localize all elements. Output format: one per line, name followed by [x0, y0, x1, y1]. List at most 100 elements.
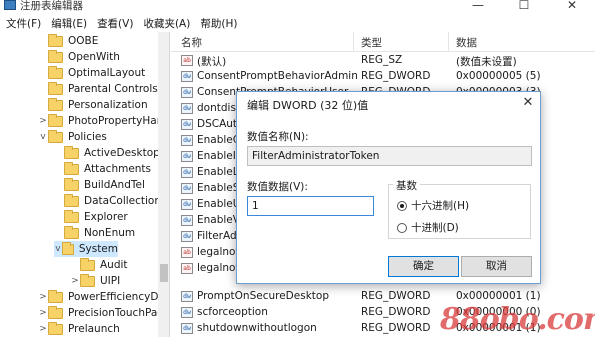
string-value-icon: ab	[181, 55, 193, 66]
minimize-icon[interactable]: —	[455, 0, 501, 13]
folder-icon	[64, 209, 79, 223]
radio-selected-icon	[397, 200, 407, 211]
expand-icon[interactable]: >	[38, 292, 48, 302]
tree-item[interactable]: > PrecisionTouchPad	[38, 305, 164, 321]
value-row[interactable]: ab (默认) REG_SZ (数值未设置)	[171, 53, 595, 69]
expand-icon[interactable]: v	[54, 244, 62, 254]
folder-icon	[48, 113, 63, 127]
value-row[interactable]: dw ConsentPromptBehaviorAdmin REG_DWORD 0x0…	[171, 69, 595, 85]
tree-item[interactable]: BuildAndTel	[54, 177, 145, 193]
tree-item[interactable]: Explorer	[54, 209, 128, 225]
tree-item[interactable]: Attachments	[54, 161, 151, 177]
tree-item[interactable]: DataCollection	[54, 193, 161, 209]
folder-icon	[64, 161, 79, 175]
window-title: 注册表编辑器	[20, 0, 83, 12]
close-icon[interactable]: ✕	[549, 0, 595, 13]
folder-icon	[80, 273, 95, 287]
folder-icon	[61, 241, 74, 255]
maximize-icon[interactable]: ☐	[501, 0, 547, 13]
menu-file[interactable]: 文件(F)	[0, 16, 46, 31]
folder-icon	[48, 305, 63, 319]
folder-icon	[64, 177, 79, 191]
dword-value-icon: dw	[181, 307, 193, 318]
menu-favorites[interactable]: 收藏夹(A)	[138, 16, 195, 31]
folder-icon	[64, 145, 79, 159]
registry-tree[interactable]: OOBE OpenWith OptimalLayout Parental Con…	[0, 32, 170, 337]
menu-edit[interactable]: 编辑(E)	[46, 16, 92, 31]
tree-item-selected[interactable]: v System	[54, 241, 118, 257]
dword-value-icon: dw	[181, 231, 193, 242]
folder-icon	[48, 33, 63, 47]
folder-icon	[80, 257, 95, 271]
dword-value-icon: dw	[181, 323, 193, 334]
title-bar: 注册表编辑器 — ☐ ✕	[0, 0, 595, 14]
value-name-field: FilterAdministratorToken	[247, 146, 532, 166]
string-value-icon: ab	[181, 263, 193, 274]
base-group-title: 基数	[393, 178, 420, 193]
tree-item[interactable]: Parental Controls	[38, 81, 158, 97]
menu-view[interactable]: 查看(V)	[92, 16, 138, 31]
dword-value-icon: dw	[181, 215, 193, 226]
radio-hexadecimal[interactable]: 十六进制(H)	[397, 198, 469, 213]
tree-item[interactable]: NonEnum	[54, 225, 135, 241]
column-divider[interactable]	[353, 32, 354, 52]
tree-item[interactable]: OptimalLayout	[38, 65, 145, 81]
string-value-icon: ab	[181, 247, 193, 258]
radio-decimal[interactable]: 十进制(D)	[397, 220, 459, 235]
list-header: 名称 类型 数据	[171, 32, 595, 52]
tree-scrollbar[interactable]	[158, 32, 169, 337]
folder-icon	[48, 65, 63, 79]
tree-item[interactable]: v Policies	[38, 129, 107, 145]
tree-item[interactable]: Personalization	[38, 97, 148, 113]
value-data-label: 数值数据(V):	[247, 181, 308, 193]
folder-icon	[48, 97, 63, 111]
folder-icon	[48, 49, 63, 63]
dword-value-icon: dw	[181, 71, 193, 82]
folder-icon	[48, 129, 63, 143]
ok-button[interactable]: 确定	[388, 256, 459, 277]
folder-icon	[64, 225, 79, 239]
tree-item[interactable]: OpenWith	[38, 49, 120, 65]
radio-unselected-icon	[397, 222, 407, 233]
registry-app-icon	[4, 0, 16, 10]
dword-value-icon: dw	[181, 291, 193, 302]
dword-value-icon: dw	[181, 119, 193, 130]
cancel-button[interactable]: 取消	[461, 256, 532, 277]
column-type[interactable]: 类型	[361, 35, 382, 50]
value-data-input[interactable]: 1	[247, 196, 374, 216]
tree-item[interactable]: > Prelaunch	[38, 321, 120, 337]
expand-icon[interactable]: >	[38, 308, 48, 318]
dword-value-icon: dw	[181, 199, 193, 210]
dword-value-icon: dw	[181, 87, 193, 98]
expand-icon[interactable]: v	[38, 132, 48, 142]
dword-value-icon: dw	[181, 167, 193, 178]
dword-value-icon: dw	[181, 151, 193, 162]
tree-item[interactable]: ActiveDesktop	[54, 145, 160, 161]
scroll-thumb[interactable]	[160, 264, 168, 282]
tree-item[interactable]: OOBE	[38, 33, 98, 49]
site-watermark: 88obo.com	[440, 302, 595, 337]
dword-value-icon: dw	[181, 135, 193, 146]
tree-item[interactable]: > PhotoPropertyHand	[38, 113, 169, 129]
dialog-title: 编辑 DWORD (32 位)值	[247, 99, 369, 112]
dialog-close-icon[interactable]: ✕	[519, 94, 537, 112]
tree-item[interactable]: Audit	[70, 257, 128, 273]
menu-bar: 文件(F) 编辑(E) 查看(V) 收藏夹(A) 帮助(H)	[0, 14, 595, 32]
edit-dword-dialog: 编辑 DWORD (32 位)值 ✕ 数值名称(N): FilterAdmini…	[236, 91, 541, 284]
expand-icon[interactable]: >	[38, 116, 48, 126]
folder-icon	[48, 289, 63, 303]
dword-value-icon: dw	[181, 183, 193, 194]
menu-help[interactable]: 帮助(H)	[195, 16, 242, 31]
expand-icon[interactable]: >	[38, 324, 48, 334]
column-name[interactable]: 名称	[181, 35, 202, 50]
expand-icon[interactable]: >	[70, 276, 80, 286]
column-data[interactable]: 数据	[456, 35, 477, 50]
folder-icon	[64, 193, 79, 207]
dword-value-icon: dw	[181, 103, 193, 114]
column-divider[interactable]	[448, 32, 449, 52]
value-name-label: 数值名称(N):	[247, 131, 309, 143]
tree-item[interactable]: > UIPI	[70, 273, 120, 289]
tree-item[interactable]: > PowerEfficiencyDiag	[38, 289, 169, 305]
folder-icon	[48, 321, 63, 335]
folder-icon	[48, 81, 63, 95]
